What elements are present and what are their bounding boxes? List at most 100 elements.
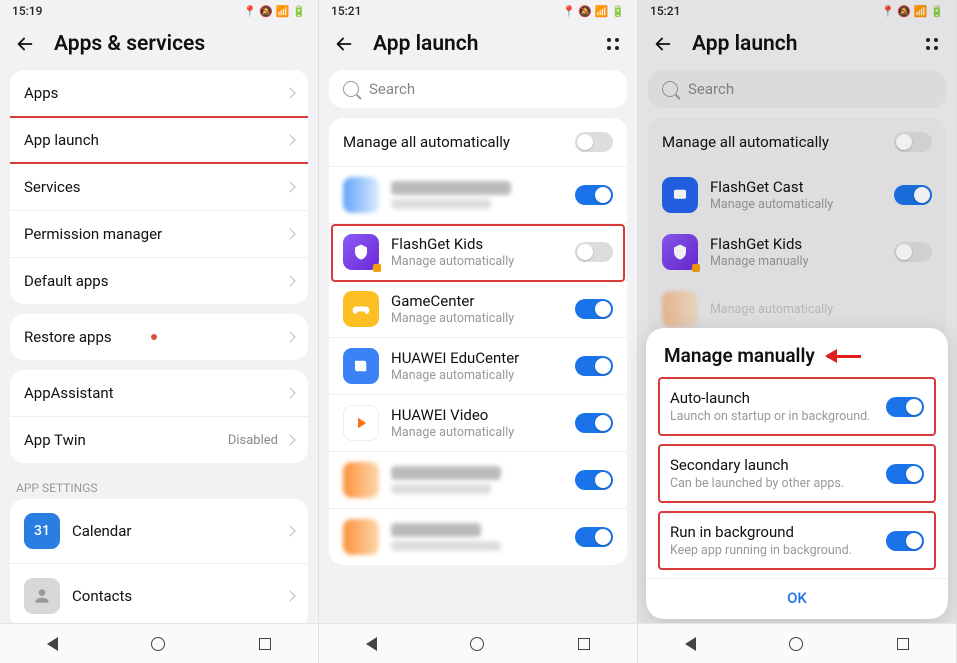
more-icon[interactable] <box>922 34 942 54</box>
search-input[interactable]: Search <box>329 70 627 108</box>
nav-recent-icon[interactable] <box>897 638 909 650</box>
app-sub-blur <box>391 199 491 209</box>
section-label: APP SETTINGS <box>10 473 308 499</box>
toggle[interactable] <box>575 527 613 547</box>
nav-home-icon[interactable] <box>470 637 484 651</box>
toggle[interactable] <box>575 470 613 490</box>
nav-back-icon[interactable] <box>366 637 377 651</box>
row-flashget-kids[interactable]: FlashGet Kids Manage automatically <box>329 223 627 280</box>
chevron-icon <box>284 228 295 239</box>
nav-home-icon[interactable] <box>789 637 803 651</box>
row-flashget-cast[interactable]: FlashGet Cast Manage automatically <box>648 166 946 223</box>
ok-button[interactable]: OK <box>646 578 948 613</box>
clock: 15:21 <box>650 4 680 18</box>
clock: 15:19 <box>12 4 42 18</box>
nav-recent-icon[interactable] <box>259 638 271 650</box>
toggle-flashget-kids[interactable] <box>575 242 613 262</box>
status-icons: 📍 🔕 📶 🔋 <box>243 5 306 18</box>
row-calendar[interactable]: 31 Calendar <box>10 499 308 563</box>
list-item[interactable] <box>329 451 627 508</box>
app-launch-list: Manage all automatically FlashGet Kids M… <box>329 118 627 565</box>
row-gamecenter[interactable]: GameCenter Manage automatically <box>329 280 627 337</box>
calendar-icon: 31 <box>24 513 60 549</box>
screen-app-launch: 15:21 📍 🔕 📶 🔋 App launch Search Manage a… <box>319 0 638 663</box>
flashget-kids-icon <box>343 234 379 270</box>
search-input[interactable]: Search <box>648 70 946 108</box>
list-item[interactable] <box>329 166 627 223</box>
toggle[interactable] <box>575 413 613 433</box>
status-icons: 📍 🔕 📶 🔋 <box>562 5 625 18</box>
row-educenter[interactable]: HUAWEI EduCenter Manage automatically <box>329 337 627 394</box>
opt-secondary-launch: Secondary launch Can be launched by othe… <box>658 444 936 503</box>
row-restore-apps[interactable]: Restore apps <box>10 314 308 360</box>
nav-bar <box>0 623 318 663</box>
row-default-apps[interactable]: Default apps <box>10 257 308 304</box>
page-title: App launch <box>692 32 904 56</box>
status-bar: 15:21 📍 🔕 📶 🔋 <box>319 0 637 22</box>
toggle-auto-launch[interactable] <box>886 397 924 417</box>
content: Manage all automatically FlashGet Kids M… <box>319 118 637 623</box>
toggle-run-background[interactable] <box>886 531 924 551</box>
alert-dot-icon <box>151 334 157 340</box>
back-icon[interactable] <box>333 33 355 55</box>
row-app-launch[interactable]: App launch <box>10 116 308 163</box>
row-flashget-kids[interactable]: FlashGet Kids Manage manually <box>648 223 946 280</box>
toggle-secondary-launch[interactable] <box>886 464 924 484</box>
toggle[interactable] <box>575 185 613 205</box>
row-huawei-video[interactable]: HUAWEI Video Manage automatically <box>329 394 627 451</box>
row-app-assistant[interactable]: AppAssistant <box>10 370 308 416</box>
screen-apps-services: 15:19 📍 🔕 📶 🔋 Apps & services Apps App l… <box>0 0 319 663</box>
header: App launch <box>319 22 637 70</box>
modal-manage-manually: Manage manually Auto-launch Launch on st… <box>646 328 948 619</box>
chevron-icon <box>284 434 295 445</box>
nav-bar <box>319 623 637 663</box>
toggle-manage-all[interactable] <box>894 132 932 152</box>
row-contacts[interactable]: Contacts <box>10 563 308 623</box>
nav-back-icon[interactable] <box>685 637 696 651</box>
clock: 15:21 <box>331 4 361 18</box>
contacts-icon <box>24 578 60 614</box>
gamecenter-icon <box>343 291 379 327</box>
chevron-icon <box>284 275 295 286</box>
app-icon <box>343 177 379 213</box>
educenter-icon <box>343 348 379 384</box>
row-manage-all: Manage all automatically <box>648 118 946 166</box>
status-bar: 15:21 📍 🔕 📶 🔋 <box>638 0 956 22</box>
chevron-icon <box>284 331 295 342</box>
opt-run-background: Run in background Keep app running in ba… <box>658 511 936 570</box>
nav-bar <box>638 623 956 663</box>
status-bar: 15:19 📍 🔕 📶 🔋 <box>0 0 318 22</box>
toggle[interactable] <box>575 299 613 319</box>
search-placeholder: Search <box>369 80 415 98</box>
row-permission-manager[interactable]: Permission manager <box>10 210 308 257</box>
header: App launch <box>638 22 956 70</box>
chevron-icon <box>284 181 295 192</box>
toggle[interactable] <box>894 185 932 205</box>
row-apps[interactable]: Apps <box>10 70 308 116</box>
app-icon <box>662 291 698 327</box>
app-name-blur <box>391 181 511 195</box>
back-icon[interactable] <box>14 33 36 55</box>
row-app-twin[interactable]: App TwinDisabled <box>10 416 308 463</box>
chevron-icon <box>284 590 295 601</box>
nav-recent-icon[interactable] <box>578 638 590 650</box>
flashget-cast-icon <box>662 177 698 213</box>
more-icon[interactable] <box>603 34 623 54</box>
back-icon[interactable] <box>652 33 674 55</box>
flashget-kids-icon <box>662 234 698 270</box>
row-manage-all: Manage all automatically <box>329 118 627 166</box>
huawei-video-icon <box>343 405 379 441</box>
nav-back-icon[interactable] <box>47 637 58 651</box>
toggle-manage-all[interactable] <box>575 132 613 152</box>
row-services[interactable]: Services <box>10 163 308 210</box>
search-icon <box>662 81 678 97</box>
chevron-icon <box>284 387 295 398</box>
page-title: Apps & services <box>54 32 304 56</box>
content: Apps App launch Services Permission mana… <box>0 70 318 623</box>
app-icon <box>343 462 379 498</box>
settings-group-2: AppAssistant App TwinDisabled <box>10 370 308 463</box>
nav-home-icon[interactable] <box>151 637 165 651</box>
list-item[interactable] <box>329 508 627 565</box>
toggle[interactable] <box>575 356 613 376</box>
toggle[interactable] <box>894 242 932 262</box>
